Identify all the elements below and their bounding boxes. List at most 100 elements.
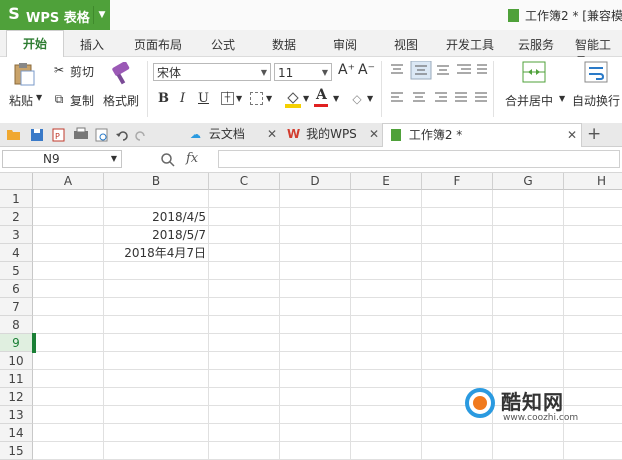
cell-c2[interactable] bbox=[209, 208, 280, 226]
row-header-8[interactable]: 8 bbox=[0, 316, 33, 334]
row-header-15[interactable]: 15 bbox=[0, 442, 33, 460]
cell-d11[interactable] bbox=[280, 370, 351, 388]
clear-format-icon[interactable]: ◇ bbox=[349, 91, 365, 107]
close-icon[interactable]: ✕ bbox=[369, 123, 379, 146]
cell-e1[interactable] bbox=[351, 190, 422, 208]
cell-b7[interactable] bbox=[104, 298, 209, 316]
select-all-corner[interactable] bbox=[0, 173, 33, 190]
cell-b14[interactable] bbox=[104, 424, 209, 442]
copy-icon[interactable]: ⧉ bbox=[51, 91, 67, 107]
cell-e12[interactable] bbox=[351, 388, 422, 406]
cell-e7[interactable] bbox=[351, 298, 422, 316]
cell-c1[interactable] bbox=[209, 190, 280, 208]
cell-c4[interactable] bbox=[209, 244, 280, 262]
copy-button[interactable]: 复制 bbox=[70, 92, 94, 109]
cell-a9[interactable] bbox=[33, 334, 104, 352]
tab-review[interactable]: 审阅 bbox=[333, 36, 357, 53]
cell-b4[interactable]: 2018年4月7日 bbox=[104, 244, 209, 262]
cell-g1[interactable] bbox=[493, 190, 564, 208]
cell-c15[interactable] bbox=[209, 442, 280, 460]
cell-f4[interactable] bbox=[422, 244, 493, 262]
row-header-4[interactable]: 4 bbox=[0, 244, 33, 262]
cell-e5[interactable] bbox=[351, 262, 422, 280]
cell-a6[interactable] bbox=[33, 280, 104, 298]
cell-c3[interactable] bbox=[209, 226, 280, 244]
cell-d2[interactable] bbox=[280, 208, 351, 226]
column-header-b[interactable]: B bbox=[104, 173, 209, 190]
cell-f8[interactable] bbox=[422, 316, 493, 334]
cell-f5[interactable] bbox=[422, 262, 493, 280]
cell-g10[interactable] bbox=[493, 352, 564, 370]
cell-d8[interactable] bbox=[280, 316, 351, 334]
row-header-3[interactable]: 3 bbox=[0, 226, 33, 244]
cell-h8[interactable] bbox=[564, 316, 622, 334]
wps-menu-button[interactable]: S WPS 表格 ▼ bbox=[0, 0, 110, 30]
cell-c11[interactable] bbox=[209, 370, 280, 388]
close-icon[interactable]: ✕ bbox=[567, 124, 577, 147]
tab-cloud-service[interactable]: 云服务 bbox=[518, 36, 554, 53]
tab-home[interactable]: 开始 bbox=[6, 30, 64, 57]
chevron-down-icon[interactable]: ▼ bbox=[266, 94, 272, 103]
column-header-h[interactable]: H bbox=[564, 173, 622, 190]
fill-color-icon[interactable] bbox=[284, 90, 302, 108]
cell-f6[interactable] bbox=[422, 280, 493, 298]
chevron-down-icon[interactable]: ▼ bbox=[93, 6, 110, 24]
new-tab-button[interactable]: + bbox=[587, 123, 601, 146]
underline-button[interactable]: U bbox=[198, 91, 209, 106]
cell-d14[interactable] bbox=[280, 424, 351, 442]
cell-e8[interactable] bbox=[351, 316, 422, 334]
cell-f9[interactable] bbox=[422, 334, 493, 352]
cell-g6[interactable] bbox=[493, 280, 564, 298]
cell-a3[interactable] bbox=[33, 226, 104, 244]
cell-f3[interactable] bbox=[422, 226, 493, 244]
cell-h7[interactable] bbox=[564, 298, 622, 316]
bold-button[interactable]: B bbox=[158, 91, 169, 106]
cell-a13[interactable] bbox=[33, 406, 104, 424]
tab-page-layout[interactable]: 页面布局 bbox=[134, 36, 182, 53]
wrap-text-button[interactable]: 自动换行 bbox=[572, 92, 620, 109]
row-header-2[interactable]: 2 bbox=[0, 208, 33, 226]
cell-a7[interactable] bbox=[33, 298, 104, 316]
tab-my-wps[interactable]: W 我的WPS bbox=[287, 123, 357, 146]
cell-b8[interactable] bbox=[104, 316, 209, 334]
merge-center-icon[interactable] bbox=[522, 61, 546, 83]
cell-b2[interactable]: 2018/4/5 bbox=[104, 208, 209, 226]
tab-insert[interactable]: 插入 bbox=[80, 36, 104, 53]
cell-c7[interactable] bbox=[209, 298, 280, 316]
font-name-select[interactable]: 宋体 ▼ bbox=[153, 63, 271, 81]
row-header-14[interactable]: 14 bbox=[0, 424, 33, 442]
cell-c8[interactable] bbox=[209, 316, 280, 334]
chevron-down-icon[interactable]: ▼ bbox=[367, 94, 373, 103]
cell-c9[interactable] bbox=[209, 334, 280, 352]
cell-g7[interactable] bbox=[493, 298, 564, 316]
paste-icon[interactable] bbox=[12, 62, 36, 86]
row-header-12[interactable]: 12 bbox=[0, 388, 33, 406]
cell-g15[interactable] bbox=[493, 442, 564, 460]
cell-h6[interactable] bbox=[564, 280, 622, 298]
cell-f10[interactable] bbox=[422, 352, 493, 370]
cell-b11[interactable] bbox=[104, 370, 209, 388]
row-header-1[interactable]: 1 bbox=[0, 190, 33, 208]
cell-e3[interactable] bbox=[351, 226, 422, 244]
format-painter-icon[interactable] bbox=[108, 62, 134, 86]
name-box[interactable]: N9 ▼ bbox=[2, 150, 122, 168]
cut-button[interactable]: 剪切 bbox=[70, 63, 94, 80]
cell-h9[interactable] bbox=[564, 334, 622, 352]
font-color-button[interactable]: A bbox=[316, 87, 327, 103]
border-icon[interactable]: ┼ bbox=[221, 92, 234, 105]
cell-b15[interactable] bbox=[104, 442, 209, 460]
cell-h1[interactable] bbox=[564, 190, 622, 208]
cell-e2[interactable] bbox=[351, 208, 422, 226]
tab-data[interactable]: 数据 bbox=[272, 36, 296, 53]
close-icon[interactable]: ✕ bbox=[267, 123, 277, 146]
cell-h5[interactable] bbox=[564, 262, 622, 280]
column-header-d[interactable]: D bbox=[280, 173, 351, 190]
column-header-f[interactable]: F bbox=[422, 173, 493, 190]
cell-d6[interactable] bbox=[280, 280, 351, 298]
cell-a10[interactable] bbox=[33, 352, 104, 370]
cell-g8[interactable] bbox=[493, 316, 564, 334]
cell-g5[interactable] bbox=[493, 262, 564, 280]
cell-g9[interactable] bbox=[493, 334, 564, 352]
cell-b5[interactable] bbox=[104, 262, 209, 280]
font-size-select[interactable]: 11 ▼ bbox=[274, 63, 332, 81]
